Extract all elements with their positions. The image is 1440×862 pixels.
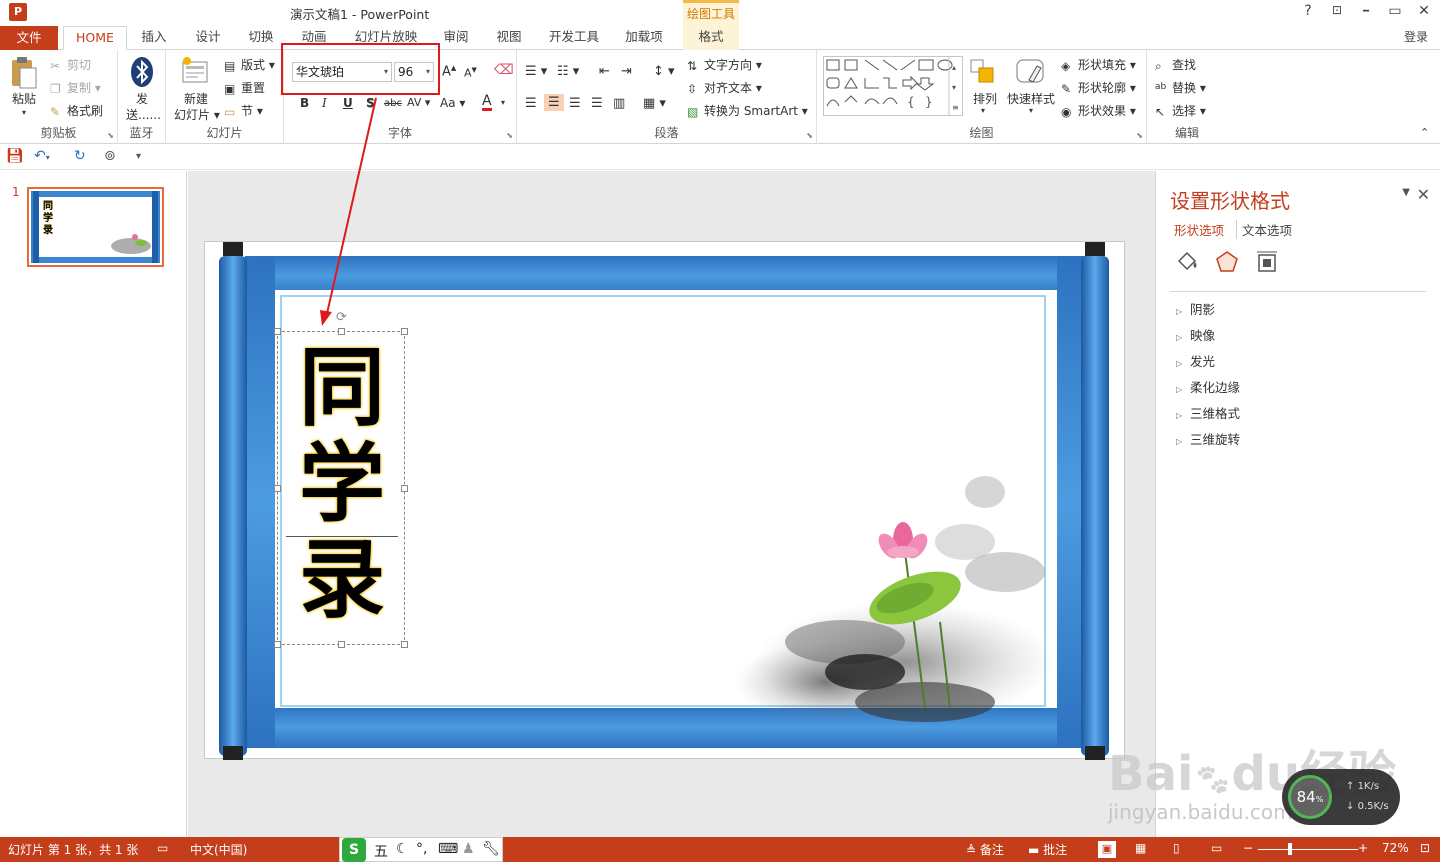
comments-button[interactable]: ▬ 批注	[1028, 841, 1067, 858]
slide-count-status: 幻灯片 第 1 张，共 1 张	[8, 843, 139, 857]
reading-view-icon[interactable]: ▯	[1173, 841, 1180, 855]
pane-separator	[1170, 291, 1426, 292]
status-bar: 幻灯片 第 1 张，共 1 张 ▭ 中文(中国) S 五 ☾ °, ⌨ ♟ 🔧︎…	[0, 837, 1440, 862]
pane-item-shadow[interactable]: ▷ 阴影	[1176, 299, 1215, 318]
download-speed-value: 0.5K/s	[1357, 801, 1389, 812]
zoom-out-icon[interactable]: −	[1243, 841, 1253, 855]
expand-triangle-icon: ▷	[1176, 437, 1183, 446]
expand-triangle-icon: ▷	[1176, 307, 1183, 316]
ime-wubi-mode[interactable]: 五	[374, 841, 388, 861]
pane-item-label: 柔化边缘	[1190, 380, 1241, 395]
ime-logo-icon[interactable]: S	[342, 838, 366, 862]
slideshow-view-icon[interactable]: ▭	[1211, 841, 1222, 855]
expand-triangle-icon: ▷	[1176, 385, 1183, 394]
comments-label: 批注	[1043, 843, 1068, 857]
fill-line-icon[interactable]	[1174, 249, 1200, 275]
pane-item-soft-edges[interactable]: ▷ 柔化边缘	[1176, 377, 1240, 396]
zoom-level[interactable]: 72%	[1382, 841, 1409, 855]
pane-item-3d-format[interactable]: ▷ 三维格式	[1176, 403, 1240, 422]
normal-view-icon[interactable]: ▣	[1098, 841, 1116, 858]
pane-close-icon[interactable]: ✕	[1417, 185, 1430, 204]
tab-shape-options[interactable]: 形状选项	[1174, 220, 1224, 239]
size-properties-icon[interactable]	[1254, 249, 1280, 275]
expand-triangle-icon: ▷	[1176, 359, 1183, 368]
watermark-bai: Bai	[1108, 746, 1194, 802]
fit-slide-icon[interactable]: ⊡	[1420, 841, 1430, 855]
memory-usage-gauge: 84%	[1288, 775, 1332, 819]
pane-item-label: 三维格式	[1190, 406, 1241, 421]
moon-icon[interactable]: ☾	[396, 841, 409, 857]
zoom-in-icon[interactable]: +	[1358, 841, 1368, 855]
pane-item-glow[interactable]: ▷ 发光	[1176, 351, 1215, 370]
effects-pentagon-icon[interactable]	[1214, 249, 1240, 275]
upload-speed: ↑ 1K/s	[1346, 781, 1380, 792]
expand-triangle-icon: ▷	[1176, 411, 1183, 420]
network-speed-widget[interactable]: 84% ↑ 1K/s ↓ 0.5K/s	[1282, 769, 1400, 825]
slide-sorter-icon[interactable]: ▦	[1135, 841, 1146, 855]
zoom-slider-thumb[interactable]	[1288, 843, 1292, 855]
pane-options-icon[interactable]: ▼	[1402, 187, 1410, 198]
wrench-icon[interactable]: 🔧︎	[482, 841, 500, 857]
paw-icon: 🐾︎	[1193, 763, 1232, 798]
punctuation-icon[interactable]: °,	[416, 841, 427, 857]
pane-item-3d-rotation[interactable]: ▷ 三维旋转	[1176, 429, 1240, 448]
keyboard-icon[interactable]: ⌨	[438, 841, 458, 857]
pane-title: 设置形状格式	[1170, 189, 1290, 213]
usage-percent: 84	[1296, 788, 1316, 806]
pane-item-reflection[interactable]: ▷ 映像	[1176, 325, 1215, 344]
comment-icon: ▬	[1028, 843, 1040, 857]
notes-icon: ≜	[966, 843, 977, 857]
notes-button[interactable]: ≜ 备注	[966, 841, 1004, 858]
ime-toolbar: S 五 ☾ °, ⌨ ♟ 🔧︎	[339, 837, 503, 862]
watermark-url: jingyan.baidu.com	[1108, 800, 1293, 824]
pane-item-label: 阴影	[1190, 302, 1216, 317]
upload-speed-value: 1K/s	[1357, 781, 1380, 792]
pane-item-label: 三维旋转	[1190, 432, 1241, 447]
download-speed: ↓ 0.5K/s	[1346, 801, 1389, 812]
pane-item-label: 映像	[1190, 328, 1216, 343]
spell-check-icon[interactable]: ▭	[157, 841, 168, 855]
percent-sign: %	[1315, 795, 1324, 804]
notes-label: 备注	[979, 843, 1004, 857]
expand-triangle-icon: ▷	[1176, 333, 1183, 342]
language-status[interactable]: 中文(中国)	[190, 841, 247, 858]
user-icon[interactable]: ♟	[462, 841, 475, 857]
zoom-slider-track[interactable]	[1258, 849, 1358, 850]
tab-text-options[interactable]: 文本选项	[1236, 220, 1292, 239]
pane-item-label: 发光	[1190, 354, 1216, 369]
